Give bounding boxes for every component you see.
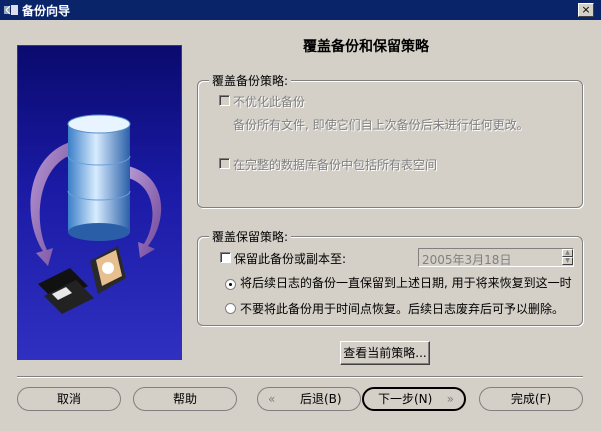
back-button-label: 后退(B) xyxy=(300,392,342,406)
override-policy-legend: 覆盖备份策略: xyxy=(209,72,292,89)
no-optimize-checkbox[interactable] xyxy=(219,95,230,106)
finish-button[interactable]: 完成(F) xyxy=(479,387,583,411)
keep-logs-radio[interactable] xyxy=(225,279,236,290)
title-bar: 备份向导 × xyxy=(0,0,601,20)
no-recover-radio[interactable] xyxy=(225,303,236,314)
view-current-policy-button[interactable]: 查看当前策略... xyxy=(340,341,430,365)
date-spin-down[interactable]: ▼ xyxy=(562,257,573,265)
footer-separator xyxy=(17,376,583,378)
wizard-illustration xyxy=(17,45,182,360)
help-button[interactable]: 帮助 xyxy=(133,387,237,411)
back-button[interactable]: « 后退(B) xyxy=(257,387,361,411)
tape-icon xyxy=(90,246,126,294)
floppy-icon xyxy=(38,268,94,314)
window-title: 备份向导 xyxy=(22,4,71,18)
next-button[interactable]: 下一步(N) » xyxy=(362,387,466,411)
keep-logs-label: 将后续日志的备份一直保留到上述日期, 用于将来恢复到这一时间点 xyxy=(240,276,572,290)
next-button-label: 下一步(N) xyxy=(378,392,433,406)
close-button[interactable]: × xyxy=(578,3,594,17)
cancel-button[interactable]: 取消 xyxy=(17,387,121,411)
include-tablespaces-checkbox[interactable] xyxy=(219,158,230,169)
include-tablespaces-label: 在完整的数据库备份中包括所有表空间 xyxy=(233,158,438,172)
double-chevron-right-icon: » xyxy=(446,392,454,406)
database-icon xyxy=(67,114,131,241)
no-recover-label: 不要将此备份用于时间点恢复。后续日志废弃后可予以删除。 xyxy=(240,302,565,316)
no-optimize-description: 备份所有文件, 即使它们自上次备份后未进行任何更改。 xyxy=(233,118,529,132)
backup-wizard-icon xyxy=(4,5,18,15)
keep-until-checkbox[interactable] xyxy=(220,252,231,263)
keep-until-label: 保留此备份或副本至: xyxy=(234,252,347,266)
keep-until-date-value: 2005年3月18日 xyxy=(422,253,512,267)
retention-policy-legend: 覆盖保留策略: xyxy=(209,228,292,245)
close-icon: × xyxy=(581,3,591,16)
date-spin-up[interactable]: ▲ xyxy=(562,249,573,257)
no-optimize-label: 不优化此备份 xyxy=(233,95,306,109)
keep-until-date-field[interactable]: 2005年3月18日 ▲ ▼ xyxy=(418,248,574,267)
double-chevron-left-icon: « xyxy=(268,392,276,406)
page-title: 覆盖备份和保留策略 xyxy=(303,39,429,55)
left-curved-arrow xyxy=(30,141,73,266)
right-curved-arrow xyxy=(128,166,162,258)
